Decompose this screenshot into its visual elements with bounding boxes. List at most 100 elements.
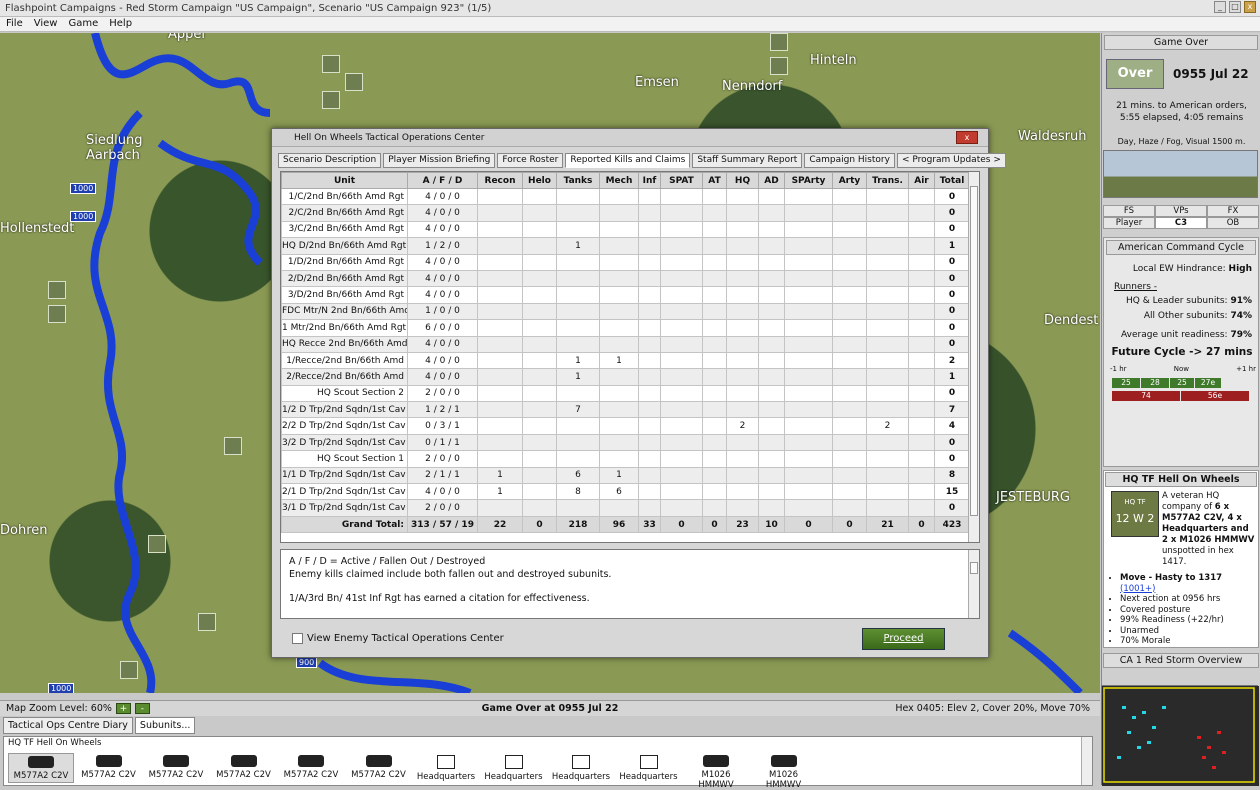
proceed-button[interactable]: Proceed <box>862 628 945 650</box>
unit-counter[interactable] <box>345 73 363 91</box>
town-label: JESTEBURG <box>996 490 1070 505</box>
tab-player-mission-briefing[interactable]: Player Mission Briefing <box>383 153 496 168</box>
subunit-item[interactable]: M577A2 C2V <box>211 753 277 783</box>
tab-vps[interactable]: VPs <box>1155 205 1207 217</box>
column-header[interactable]: Inf <box>638 172 661 189</box>
subunit-item[interactable]: Headquarters <box>548 753 614 783</box>
column-header[interactable]: Unit <box>281 172 408 189</box>
subunit-item[interactable]: Headquarters <box>413 753 479 783</box>
subunit-item[interactable]: M1026 HMMWV <box>683 753 749 790</box>
grid-scroll-thumb[interactable] <box>970 186 978 516</box>
overview-minimap[interactable] <box>1101 685 1259 786</box>
subunit-item[interactable]: M577A2 C2V <box>8 753 74 783</box>
view-enemy-checkbox[interactable]: View Enemy Tactical Operations Center <box>292 633 504 644</box>
tab-player[interactable]: Player <box>1103 217 1155 229</box>
table-row[interactable]: 3/2 D Trp/2nd Sqdn/1st Cav 0 / 1 / 1 0 <box>281 433 970 452</box>
dialog-close-button[interactable]: x <box>956 131 978 144</box>
column-header[interactable]: SPArty <box>784 172 833 189</box>
table-cell <box>726 499 759 517</box>
subunit-item[interactable]: M577A2 C2V <box>143 753 209 783</box>
table-row[interactable]: FDC Mtr/N 2nd Bn/66th Amd 1 / 0 / 0 0 <box>281 302 970 321</box>
move-link[interactable]: (1001+) <box>1120 584 1254 595</box>
tab-ops-diary[interactable]: Tactical Ops Centre Diary <box>3 717 133 734</box>
table-row[interactable]: HQ Scout Section 22 / 0 / 0 0 <box>281 384 970 403</box>
notes-scrollbar[interactable] <box>968 550 979 618</box>
column-header[interactable]: Mech <box>599 172 639 189</box>
table-row[interactable]: 1/D/2nd Bn/66th Amd Rgt 4 / 0 / 0 0 <box>281 253 970 271</box>
close-window-icon[interactable]: x <box>1244 1 1256 13</box>
table-row[interactable]: 1 Mtr/2nd Bn/66th Amd Rgt 6 / 0 / 0 0 <box>281 319 970 337</box>
table-row[interactable]: HQ Scout Section 12 / 0 / 0 0 <box>281 450 970 468</box>
table-cell <box>477 433 523 452</box>
menu-file[interactable]: File <box>6 17 23 31</box>
tab-scenario-description[interactable]: Scenario Description <box>278 153 382 168</box>
column-header[interactable]: Tanks <box>556 172 600 189</box>
grid-scrollbar[interactable] <box>968 172 979 542</box>
unit-counter[interactable] <box>48 281 66 299</box>
table-cell: 4 / 0 / 0 <box>407 187 478 206</box>
unit-counter[interactable] <box>770 33 788 51</box>
unit-counter[interactable] <box>48 305 66 323</box>
subunit-item[interactable]: M577A2 C2V <box>278 753 344 783</box>
table-row[interactable]: 2/1 D Trp/2nd Sqdn/1st Cav 4 / 0 / 0 1 8 6 15 <box>281 483 970 501</box>
grand-total-cell: 22 <box>477 515 523 534</box>
column-header[interactable]: SPAT <box>660 172 703 189</box>
checkbox-icon[interactable] <box>292 633 303 644</box>
table-row[interactable]: 2/C/2nd Bn/66th Amd Rgt 4 / 0 / 0 0 <box>281 204 970 222</box>
tab-fx[interactable]: FX <box>1207 205 1259 217</box>
unit-counter[interactable] <box>322 91 340 109</box>
table-row[interactable]: 3/1 D Trp/2nd Sqdn/1st Cav 2 / 0 / 0 0 <box>281 499 970 517</box>
unit-counter[interactable] <box>322 55 340 73</box>
table-row[interactable]: 3/D/2nd Bn/66th Amd Rgt 4 / 0 / 0 0 <box>281 286 970 304</box>
tab-force-roster[interactable]: Force Roster <box>497 153 564 168</box>
table-cell <box>726 351 759 370</box>
menu-view[interactable]: View <box>34 17 58 31</box>
tab-c3[interactable]: C3 <box>1155 217 1207 229</box>
tab-subunits[interactable]: Subunits... <box>134 717 196 734</box>
table-row[interactable]: 2/D/2nd Bn/66th Amd Rgt 4 / 0 / 0 0 <box>281 269 970 288</box>
column-header[interactable]: AT <box>702 172 727 189</box>
tab-campaign-history[interactable]: Campaign History <box>804 153 895 168</box>
maximize-icon[interactable]: □ <box>1229 1 1241 13</box>
tab-ob[interactable]: OB <box>1207 217 1259 229</box>
tab-fs[interactable]: FS <box>1103 205 1155 217</box>
minimize-icon[interactable]: _ <box>1214 1 1226 13</box>
tab-staff-summary[interactable]: Staff Summary Report <box>692 153 803 168</box>
table-row[interactable]: 1/2 D Trp/2nd Sqdn/1st Cav 1 / 2 / 1 7 7 <box>281 401 970 419</box>
column-header[interactable]: Helo <box>522 172 557 189</box>
column-header[interactable]: Trans. <box>866 172 909 189</box>
table-cell <box>784 417 833 435</box>
column-header[interactable]: Recon <box>477 172 523 189</box>
column-header[interactable]: AD <box>758 172 785 189</box>
subunit-item[interactable]: Headquarters <box>616 753 682 783</box>
column-header[interactable]: Air <box>908 172 935 189</box>
unit-counter[interactable] <box>224 437 242 455</box>
column-header[interactable]: Total <box>934 172 970 189</box>
menu-game[interactable]: Game <box>68 17 98 31</box>
table-row[interactable]: 1/C/2nd Bn/66th Amd Rgt 4 / 0 / 0 0 <box>281 187 970 206</box>
unit-counter[interactable] <box>770 57 788 75</box>
table-row[interactable]: HQ D/2nd Bn/66th Amd Rgt 1 / 2 / 0 1 1 <box>281 237 970 255</box>
column-header[interactable]: A / F / D <box>407 172 478 189</box>
notes-scroll-thumb[interactable] <box>970 562 978 574</box>
tab-program-updates[interactable]: < Program Updates > <box>896 153 1006 168</box>
table-row[interactable]: 1/Recce/2nd Bn/66th Amd 4 / 0 / 0 11 2 <box>281 351 970 370</box>
menu-help[interactable]: Help <box>109 17 132 31</box>
table-cell <box>638 237 661 255</box>
table-row[interactable]: 2/Recce/2nd Bn/66th Amd 4 / 0 / 0 1 1 <box>281 368 970 386</box>
unit-counter[interactable] <box>198 613 216 631</box>
table-row[interactable]: HQ Recce 2nd Bn/66th Amd 4 / 0 / 0 0 <box>281 335 970 353</box>
subunit-item[interactable]: Headquarters <box>481 753 547 783</box>
table-row[interactable]: 1/1 D Trp/2nd Sqdn/1st Cav 2 / 1 / 11618 <box>281 466 970 485</box>
subunit-scrollbar[interactable] <box>1081 737 1092 785</box>
table-row[interactable]: 3/C/2nd Bn/66th Amd Rgt 4 / 0 / 0 0 <box>281 220 970 239</box>
column-header[interactable]: Arty <box>832 172 867 189</box>
table-row[interactable]: 2/2 D Trp/2nd Sqdn/1st Cav 0 / 3 / 1 2 2 4 <box>281 417 970 435</box>
subunit-item[interactable]: M1026 HMMWV <box>751 753 817 790</box>
unit-counter[interactable] <box>148 535 166 553</box>
column-header[interactable]: HQ <box>726 172 759 189</box>
unit-counter[interactable] <box>120 661 138 679</box>
subunit-item[interactable]: M577A2 C2V <box>346 753 412 783</box>
subunit-item[interactable]: M577A2 C2V <box>76 753 142 783</box>
tab-reported-kills[interactable]: Reported Kills and Claims <box>565 153 691 168</box>
